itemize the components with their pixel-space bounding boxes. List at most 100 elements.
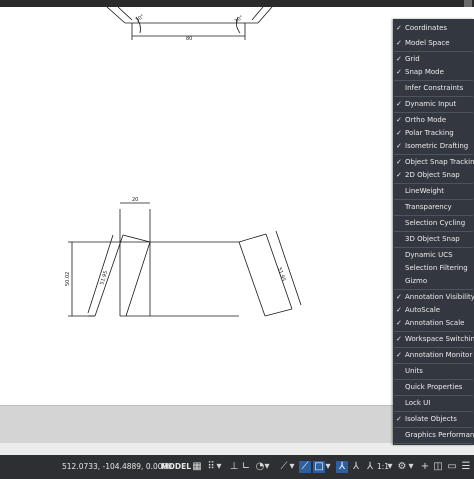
checkmark-icon: ✓ (396, 129, 402, 137)
menu-item-label: Polar Tracking (405, 129, 454, 137)
dim-width-20: 20 (132, 197, 138, 203)
ortho-mode-icon[interactable]: ∟ (240, 461, 252, 473)
menu-separator (394, 154, 473, 155)
menu-separator (394, 331, 473, 332)
menu-item-label: Lock UI (405, 399, 431, 407)
menu-item-coordinates[interactable]: ✓ Coordinates (393, 22, 474, 35)
menu-item-label: Annotation Visibility (405, 293, 474, 301)
object-snap-dropdown-icon[interactable]: ▾ (325, 461, 331, 473)
checkmark-icon: ✓ (396, 68, 402, 76)
menu-item-infer-constraints[interactable]: Infer Constraints (393, 82, 474, 95)
menu-item-label: Workspace Switching (405, 335, 474, 343)
status-bar: 512.0733, -104.4889, 0.0000 MODEL ▦ ⠿ ▾ … (0, 455, 474, 479)
menu-item-2d-object-snap[interactable]: ✓ 2D Object Snap (393, 169, 474, 182)
menu-item-label: Grid (405, 55, 420, 63)
menu-item-label: Ortho Mode (405, 116, 447, 124)
checkmark-icon: ✓ (396, 24, 402, 32)
menu-item-selection-filtering[interactable]: Selection Filtering (393, 262, 474, 275)
menu-item-label: Isolate Objects (405, 415, 457, 423)
menu-item-isometric-drafting[interactable]: ✓ Isometric Drafting (393, 140, 474, 153)
menu-separator (394, 80, 473, 81)
dim-height-50: 50.02 (65, 272, 71, 286)
menu-separator (394, 379, 473, 380)
menu-item-3d-object-snap[interactable]: 3D Object Snap (393, 233, 474, 246)
menu-item-dynamic-input[interactable]: ✓ Dynamic Input (393, 98, 474, 111)
menu-separator (394, 347, 473, 348)
menu-item-label: Isometric Drafting (405, 142, 469, 150)
menu-item-annotation-monitor[interactable]: ✓ Annotation Monitor (393, 349, 474, 362)
menu-separator (394, 96, 473, 97)
menu-item-lineweight[interactable]: LineWeight (393, 185, 474, 198)
menu-item-annotation-scale[interactable]: ✓ Annotation Scale (393, 317, 474, 330)
checkmark-icon: ✓ (396, 447, 402, 455)
isolate-objects-icon[interactable]: ◫ (432, 461, 444, 473)
dim-top-length: 80 (186, 36, 192, 42)
checkmark-icon: ✓ (396, 100, 402, 108)
coordinates-readout[interactable]: 512.0733, -104.4889, 0.0000 (62, 455, 172, 479)
customization-menu-icon[interactable]: ☰ (460, 461, 472, 473)
workspace-gear-icon[interactable]: ⚙ (396, 461, 408, 473)
scale-dropdown-icon[interactable]: ▾ (387, 461, 393, 473)
menu-item-label: AutoScale (405, 306, 441, 314)
dynamic-input-icon[interactable]: ⊥ (228, 461, 240, 473)
annotation-visibility-icon[interactable]: ⅄ (336, 461, 348, 473)
menu-item-dynamic-ucs[interactable]: Dynamic UCS (393, 249, 474, 262)
menu-separator (394, 289, 473, 290)
menu-item-autoscale[interactable]: ✓ AutoScale (393, 304, 474, 317)
slant-top-left (122, 234, 151, 243)
menu-item-clean-screen[interactable]: ✓ Clean Screen (393, 445, 474, 458)
right-bottom-slant (264, 308, 293, 317)
menu-item-label: Snap Mode (405, 68, 444, 76)
menu-item-units[interactable]: Units (393, 365, 474, 378)
snap-dropdown-icon[interactable]: ▾ (216, 461, 222, 473)
menu-item-label: Selection Filtering (405, 264, 468, 272)
menu-item-annotation-visibility[interactable]: ✓ Annotation Visibility (393, 291, 474, 304)
object-snap-icon[interactable]: □ (313, 461, 325, 473)
menu-separator (394, 183, 473, 184)
menu-item-label: Infer Constraints (405, 84, 464, 92)
menu-item-model-space[interactable]: ✓ Model Space (393, 37, 474, 50)
menu-item-gizmo[interactable]: Gizmo (393, 275, 474, 288)
model-space-button[interactable]: MODEL (161, 455, 191, 479)
menu-item-graphics-performance[interactable]: Graphics Performance (393, 429, 474, 442)
menu-item-selection-cycling[interactable]: Selection Cycling (393, 217, 474, 230)
top-left-edge-inner (117, 7, 133, 21)
checkmark-icon: ✓ (396, 335, 402, 343)
menu-item-snap-mode[interactable]: ✓ Snap Mode (393, 66, 474, 79)
top-left-edge-outer (106, 7, 126, 24)
checkmark-icon: ✓ (396, 55, 402, 63)
menu-separator (394, 199, 473, 200)
menu-item-transparency[interactable]: Transparency (393, 201, 474, 214)
slant-inner (125, 241, 151, 317)
menu-item-grid[interactable]: ✓ Grid (393, 53, 474, 66)
menu-separator (394, 112, 473, 113)
checkmark-icon: ✓ (396, 319, 402, 327)
annotation-scale-icon[interactable]: ⅄ (364, 461, 376, 473)
menu-item-polar-tracking[interactable]: ✓ Polar Tracking (393, 127, 474, 140)
menu-item-label: Dynamic Input (405, 100, 457, 108)
object-snap-tracking-icon[interactable]: ⟋ (299, 461, 311, 473)
menu-item-label: 3D Object Snap (405, 235, 460, 243)
object-snap-tracking-dropdown-icon[interactable]: ▾ (289, 461, 295, 473)
menu-separator (394, 363, 473, 364)
checkmark-icon: ✓ (396, 306, 402, 314)
grid-icon[interactable]: ▦ (191, 461, 203, 473)
menu-item-object-snap-tracking[interactable]: ✓ Object Snap Tracking (393, 156, 474, 169)
dim-slant-right: 51.95 (276, 267, 286, 282)
menu-item-label: Quick Properties (405, 383, 463, 391)
menu-item-quick-properties[interactable]: Quick Properties (393, 381, 474, 394)
annotation-monitor-icon[interactable]: + (419, 461, 431, 473)
autoscale-icon[interactable]: ⅄ (350, 461, 362, 473)
polar-dropdown-icon[interactable]: ▾ (264, 461, 270, 473)
menu-item-isolate-objects[interactable]: ✓ Isolate Objects (393, 413, 474, 426)
menu-item-workspace-switching[interactable]: ✓ Workspace Switching (393, 333, 474, 346)
workspace-dropdown-icon[interactable]: ▾ (408, 461, 414, 473)
menu-item-label: Annotation Scale (405, 319, 465, 327)
right-top-slant (238, 233, 267, 243)
menu-item-lock-ui[interactable]: Lock UI (393, 397, 474, 410)
menu-item-ortho-mode[interactable]: ✓ Ortho Mode (393, 114, 474, 127)
menu-item-label: Gizmo (405, 277, 428, 285)
menu-item-label: Coordinates (405, 24, 448, 32)
scroll-thumb[interactable] (464, 0, 472, 7)
clean-screen-icon[interactable]: ▭ (446, 461, 458, 473)
